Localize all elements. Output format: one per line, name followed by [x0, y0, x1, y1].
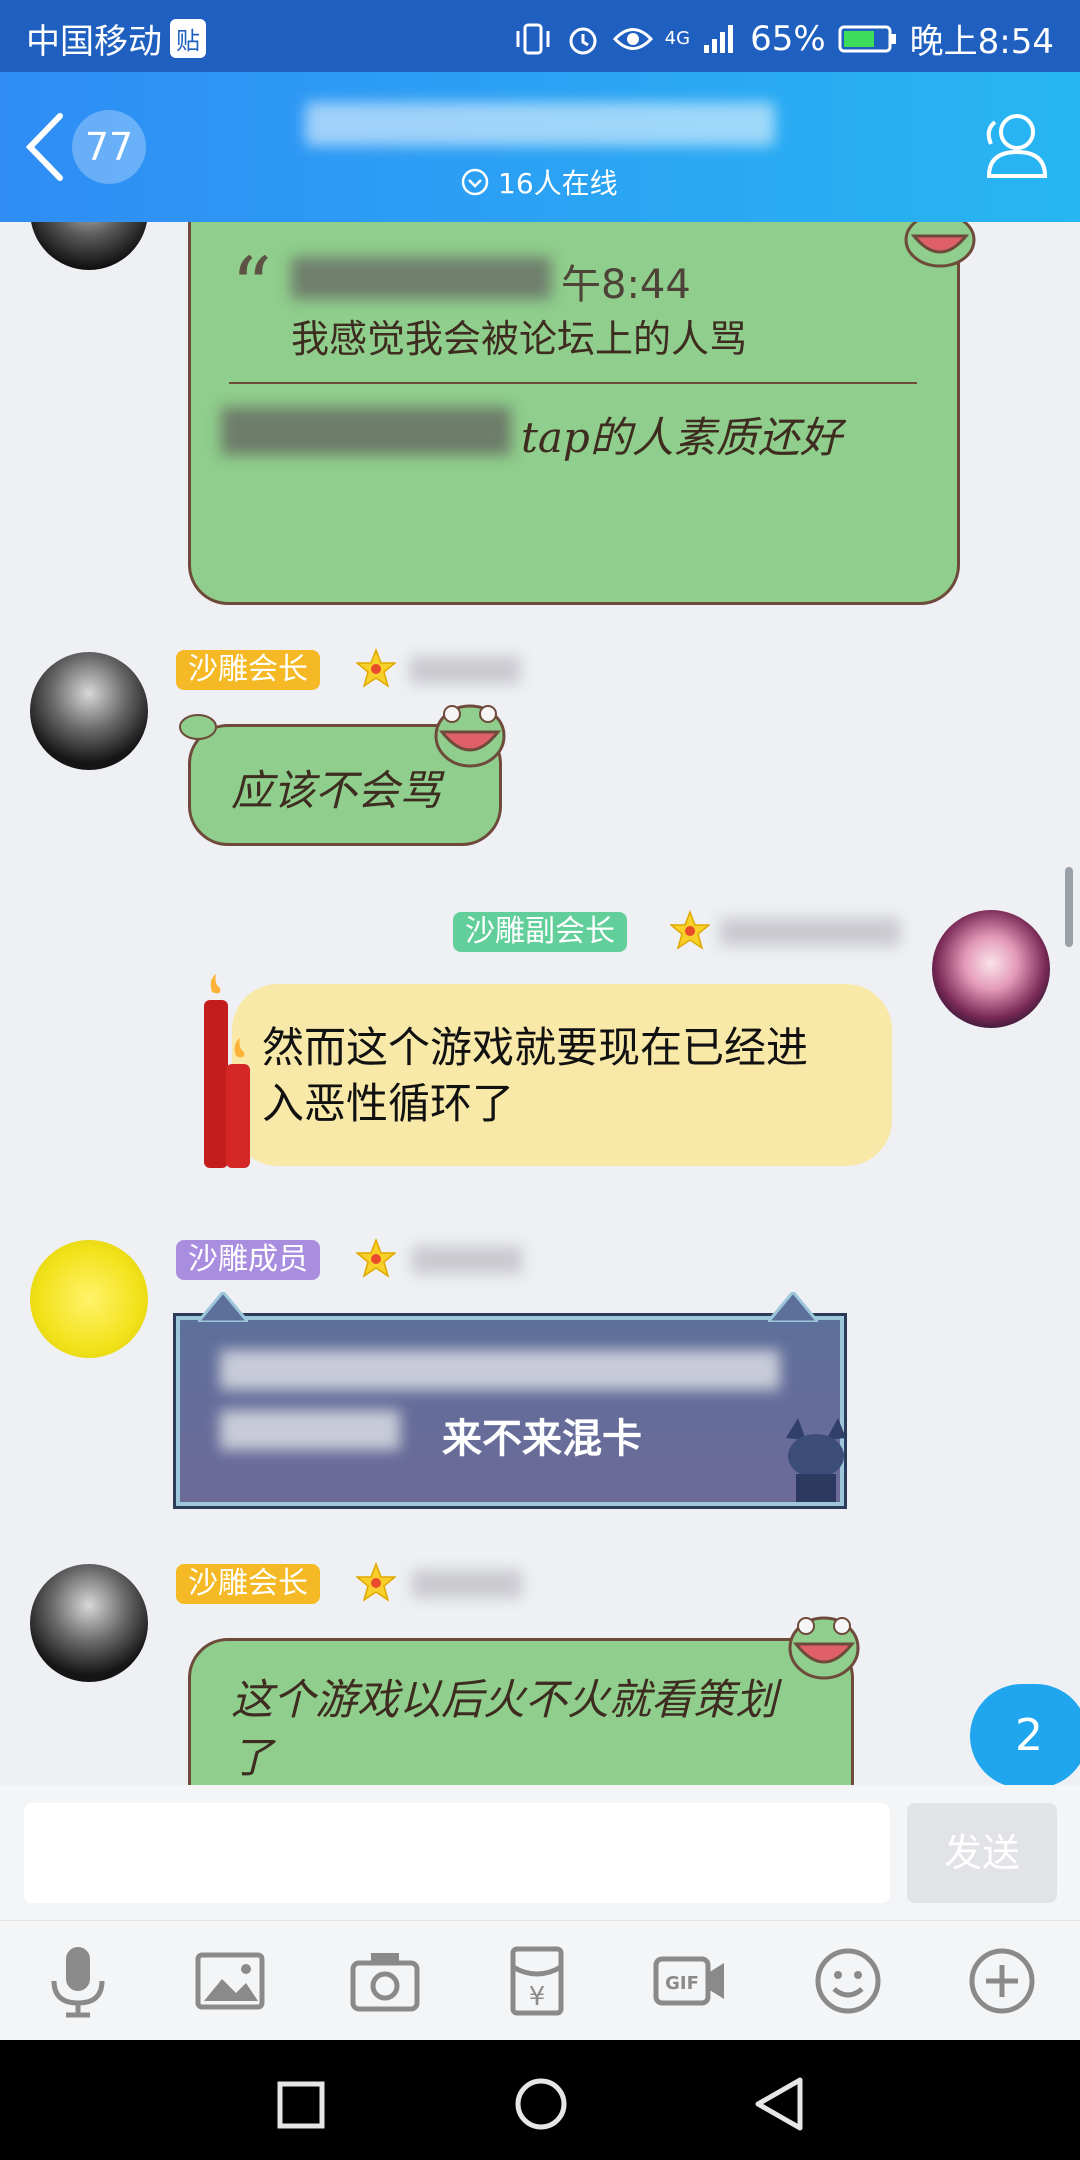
candle-icon	[204, 974, 250, 1168]
blurred-quote-author	[291, 257, 551, 299]
frog-decoration-icon	[904, 222, 976, 268]
avatar[interactable]	[932, 910, 1050, 1028]
message-bubble[interactable]: 这个游戏以后火不火就看策划了	[188, 1638, 854, 1785]
carrier-tag: 贴	[170, 19, 206, 58]
message-text: 来不来混卡	[442, 1415, 642, 1462]
camera-icon[interactable]	[345, 1941, 425, 2021]
online-status[interactable]: 16人在线	[460, 162, 618, 202]
scrollbar[interactable]	[1065, 867, 1073, 947]
message-input[interactable]	[24, 1803, 890, 1903]
frog-decoration-icon	[788, 1616, 860, 1680]
message-text: 应该不会骂	[231, 766, 442, 815]
online-count: 16人在线	[498, 167, 618, 200]
mic-icon[interactable]	[38, 1941, 118, 2021]
quote-text: 我感觉我会被论坛上的人骂	[291, 317, 748, 361]
carrier-name: 中国移动	[26, 22, 162, 62]
blurred-reply-name	[221, 407, 511, 455]
unread-count-badge[interactable]: 77	[72, 110, 146, 184]
quote-time: 午8:44	[561, 262, 691, 308]
battery-icon	[838, 25, 896, 52]
back-icon[interactable]	[22, 112, 66, 182]
star-icon	[356, 1562, 396, 1602]
frog-decoration-icon	[434, 704, 506, 768]
wolf-decoration-icon	[786, 1418, 846, 1502]
alarm-icon	[569, 27, 597, 54]
avatar[interactable]	[30, 222, 148, 270]
send-button[interactable]: 发送	[907, 1803, 1057, 1903]
role-badge: 沙雕会长	[176, 650, 320, 690]
red-packet-icon[interactable]: ¥	[497, 1941, 577, 2021]
recent-apps-icon[interactable]	[276, 2080, 326, 2130]
home-icon[interactable]	[513, 2076, 569, 2132]
vibrate-icon	[516, 23, 550, 54]
avatar[interactable]	[30, 652, 148, 770]
quote-mark-icon: “	[231, 240, 272, 333]
input-bar: 发送	[0, 1785, 1080, 1920]
message-bubble[interactable]: 来不来混卡	[176, 1316, 844, 1506]
plus-icon[interactable]	[962, 1941, 1042, 2021]
chat-area[interactable]: “ 午8:44 我感觉我会被论坛上的人骂 tap的人素质还好 沙雕会长 应该不会…	[0, 222, 1080, 1785]
blurred-username	[410, 656, 520, 684]
clock: 晚上8:54	[909, 22, 1054, 62]
svg-text:¥: ¥	[529, 1982, 546, 2012]
new-message-badge[interactable]: 2	[970, 1684, 1080, 1785]
blurred-username	[412, 1246, 522, 1274]
message-text: 这个游戏以后火不火就看策划了	[231, 1675, 778, 1782]
role-badge: 沙雕副会长	[453, 912, 627, 952]
status-bar: 中国移动贴 4G 65% 晚上8:54	[0, 0, 1080, 72]
message-text: 然而这个游戏就要现在已经进入恶性循环了	[262, 1023, 809, 1128]
svg-text:GIF: GIF	[665, 1973, 699, 1994]
eye-icon	[612, 27, 653, 50]
network-type: 4G	[664, 28, 691, 49]
role-badge: 沙雕会长	[176, 1564, 320, 1604]
group-name: ████ ████ ████	[305, 102, 775, 146]
gif-icon[interactable]: GIF	[650, 1941, 730, 2021]
role-badge: 沙雕成员	[176, 1240, 320, 1280]
emoji-icon[interactable]	[808, 1941, 888, 2021]
chat-header: 77 ████ ████ ████ 16人在线	[0, 72, 1080, 222]
blurred-mention	[220, 1410, 400, 1450]
signal-icon	[704, 24, 734, 53]
input-toolbar: ¥ GIF	[0, 1920, 1080, 2041]
quote-reply-bubble[interactable]: “ 午8:44 我感觉我会被论坛上的人骂 tap的人素质还好	[188, 222, 960, 605]
star-icon	[356, 648, 396, 688]
avatar[interactable]	[30, 1240, 148, 1358]
chevron-down-icon	[461, 168, 489, 196]
frog-foot-icon	[179, 714, 217, 740]
divider	[229, 382, 917, 384]
star-icon	[670, 910, 710, 950]
members-icon[interactable]	[975, 110, 1055, 180]
system-navigation-bar	[0, 2040, 1080, 2160]
back-nav-icon[interactable]	[752, 2076, 808, 2132]
star-icon	[356, 1238, 396, 1278]
blurred-quoted-text	[220, 1350, 780, 1390]
battery-percent: 65%	[750, 18, 826, 59]
corner-gem-icon	[198, 1292, 248, 1322]
reply-text: tap的人素质还好	[521, 413, 842, 462]
blurred-username	[412, 1570, 522, 1598]
image-icon[interactable]	[190, 1941, 270, 2021]
avatar[interactable]	[30, 1564, 148, 1682]
corner-gem-icon	[768, 1292, 818, 1322]
blurred-username	[720, 918, 900, 946]
message-bubble[interactable]: 然而这个游戏就要现在已经进入恶性循环了	[232, 984, 892, 1166]
